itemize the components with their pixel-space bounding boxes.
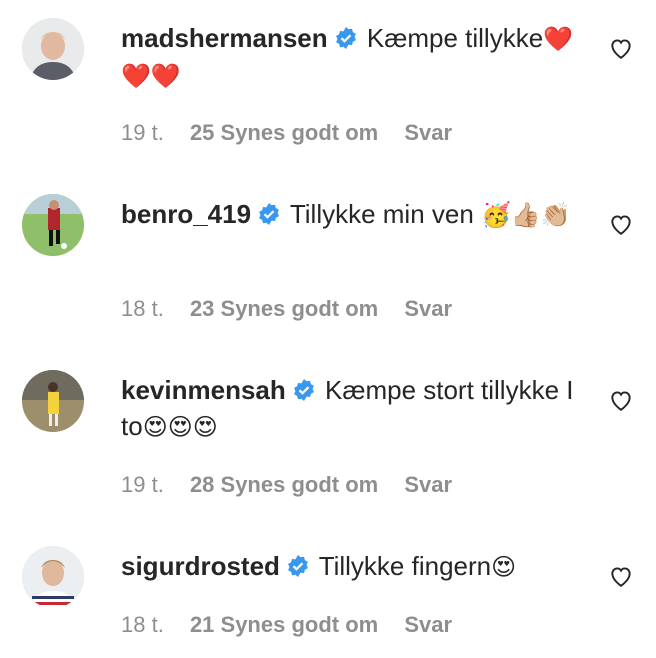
comment-timestamp[interactable]: 19 t.	[121, 120, 164, 145]
comment-username[interactable]: benro_419	[121, 199, 251, 229]
comment-timestamp[interactable]: 18 t.	[121, 612, 164, 637]
like-count[interactable]: 21 Synes godt om	[190, 612, 378, 637]
comment-meta: 19 t. 25 Synes godt om Svar	[121, 120, 472, 146]
comment-timestamp[interactable]: 18 t.	[121, 296, 164, 321]
comment-text: Kæmpe tillykke	[366, 23, 544, 53]
reply-button[interactable]: Svar	[404, 472, 452, 497]
comment-text: Tillykke min ven	[289, 199, 474, 229]
avatar[interactable]	[22, 194, 84, 256]
comment-timestamp[interactable]: 19 t.	[121, 472, 164, 497]
comment-body: benro_419 Tillykke min ven 🥳👍🏼👏🏼	[121, 196, 581, 233]
comment-body: madshermansen Kæmpe tillykke❤️❤️❤️	[121, 20, 581, 94]
avatar[interactable]	[22, 546, 84, 608]
comment-emoji: 😍😍😍	[142, 413, 218, 441]
comment-meta: 19 t. 28 Synes godt om Svar	[121, 472, 472, 498]
avatar[interactable]	[22, 18, 84, 80]
comment-username[interactable]: kevinmensah	[121, 375, 286, 405]
reply-button[interactable]: Svar	[404, 296, 452, 321]
verified-badge-icon	[286, 554, 310, 578]
verified-badge-icon	[257, 202, 281, 226]
reply-button[interactable]: Svar	[404, 612, 452, 637]
heart-outline-icon[interactable]	[608, 35, 634, 61]
verified-badge-icon	[292, 378, 316, 402]
comment-body: kevinmensah Kæmpe stort tillykke I to😍😍😍	[121, 372, 581, 445]
comment-username[interactable]: madshermansen	[121, 23, 328, 53]
comment-username[interactable]: sigurdrosted	[121, 551, 280, 581]
avatar[interactable]	[22, 370, 84, 432]
like-count[interactable]: 23 Synes godt om	[190, 296, 378, 321]
like-count[interactable]: 28 Synes godt om	[190, 472, 378, 497]
heart-outline-icon[interactable]	[608, 387, 634, 413]
comment-body: sigurdrosted Tillykke fingern😍	[121, 548, 581, 585]
reply-button[interactable]: Svar	[404, 120, 452, 145]
comment-meta: 18 t. 21 Synes godt om Svar	[121, 612, 472, 638]
comment-meta: 18 t. 23 Synes godt om Svar	[121, 296, 472, 322]
comment-text: Tillykke fingern	[318, 551, 492, 581]
heart-outline-icon[interactable]	[608, 211, 634, 237]
comment-emoji: 🥳👍🏼👏🏼	[481, 201, 571, 229]
verified-badge-icon	[334, 26, 358, 50]
heart-outline-icon[interactable]	[608, 563, 634, 589]
like-count[interactable]: 25 Synes godt om	[190, 120, 378, 145]
comment-emoji: 😍	[491, 553, 517, 581]
